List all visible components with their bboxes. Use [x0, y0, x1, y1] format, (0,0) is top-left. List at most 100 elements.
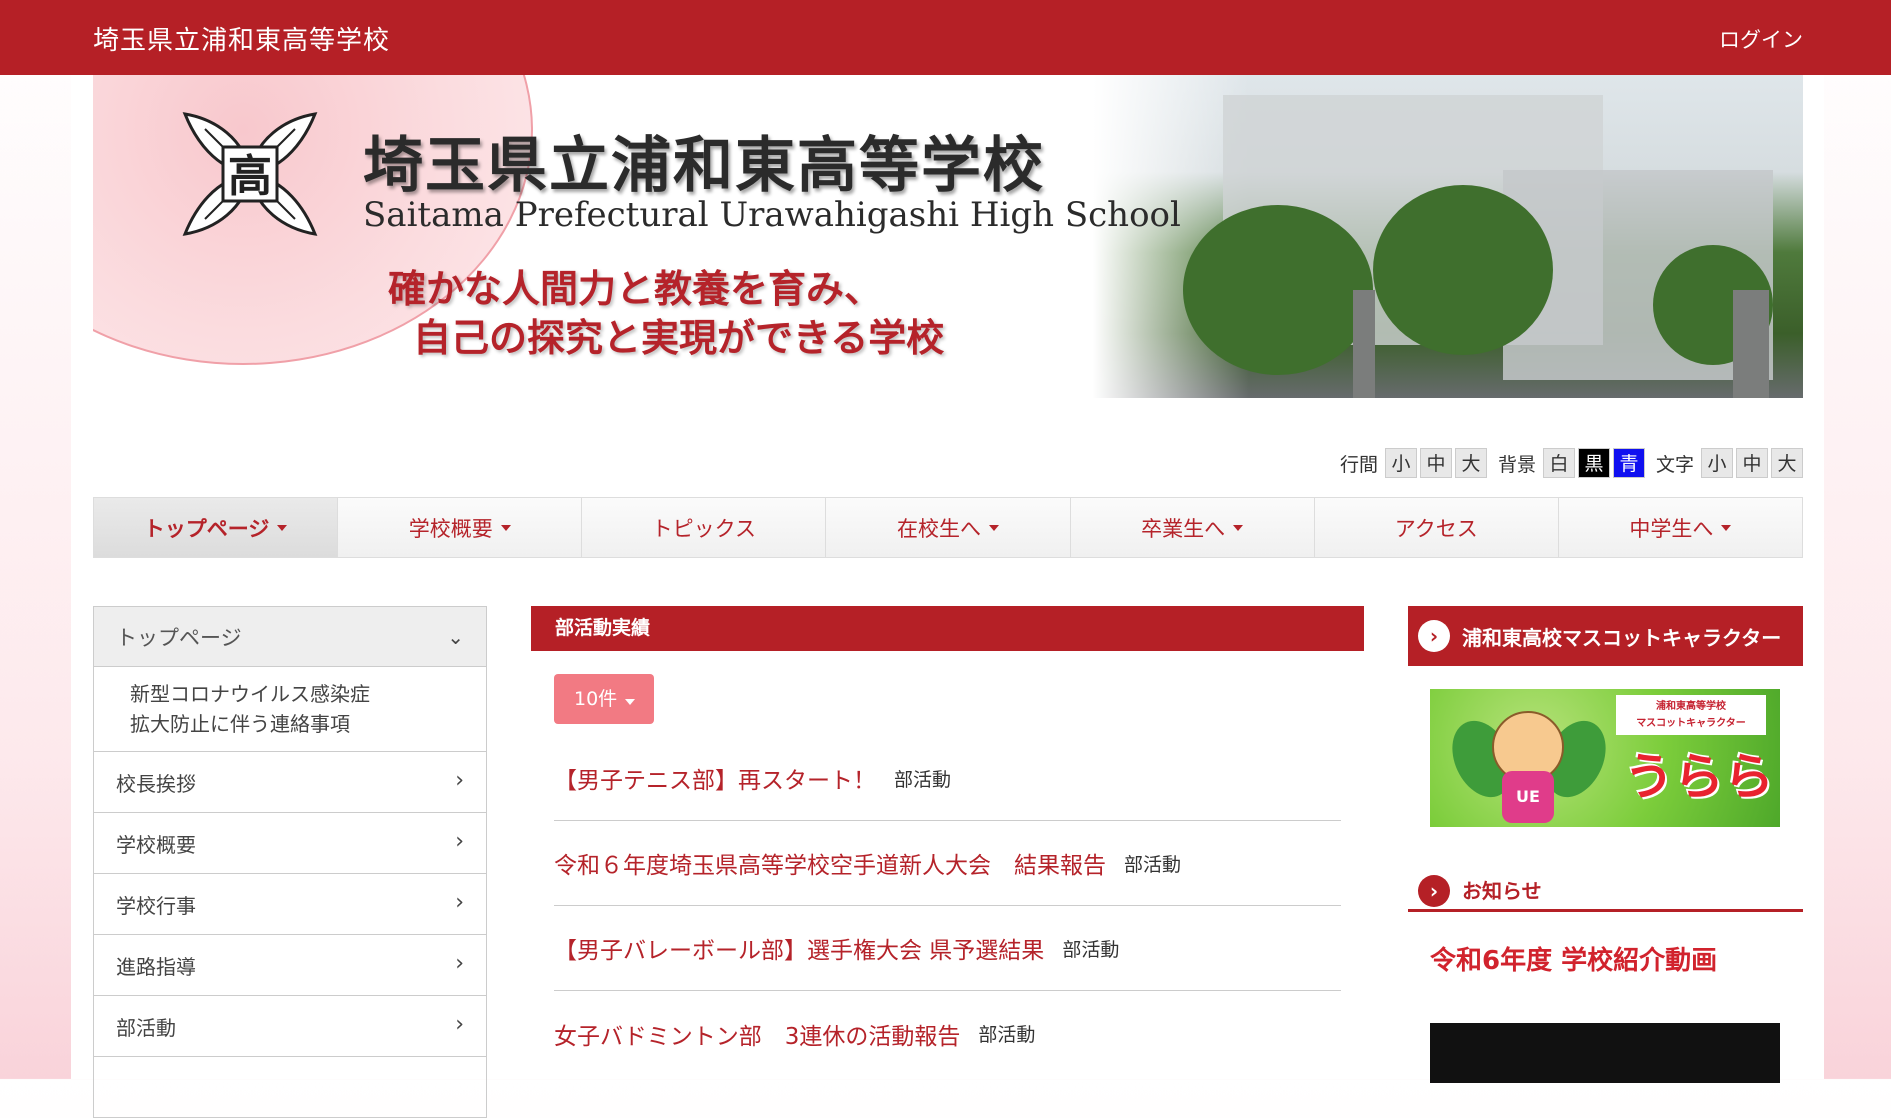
line-spacing-large-button[interactable]: 大	[1454, 448, 1487, 478]
sidebar-item-label: 学校行事	[116, 893, 196, 918]
mascot-character-body: UE	[1502, 771, 1554, 823]
arrow-circle-icon: ›	[1418, 620, 1450, 652]
nav-item-current-students[interactable]: 在校生へ	[826, 498, 1071, 557]
background-label: 背景	[1497, 453, 1536, 476]
main-navigation: トップページ 学校概要 トピックス 在校生へ 卒業生へ アクセス 中学生へ	[93, 497, 1803, 558]
gate-pillar	[1733, 290, 1769, 398]
sidebar-head-top-page[interactable]: トップページ ⌄	[93, 606, 487, 667]
news-section-title: お知らせ	[1462, 879, 1542, 903]
sidebar-sub-label-line2: 拡大防止に伴う連絡事項	[130, 712, 350, 736]
sidebar-item-principal-greeting[interactable]: 校長挨拶 ›	[93, 752, 487, 813]
tree-image	[1373, 185, 1553, 355]
club-results-section: 部活動実績 10件 【男子テニス部】再スタート！ 部活動 令和６年度埼玉県高等学…	[531, 606, 1364, 1050]
banner-title-japanese: 埼玉県立浦和東高等学校	[363, 131, 1045, 201]
mascot-banner-image[interactable]: UE 浦和東高等学校 マスコットキャラクター うらら	[1430, 689, 1780, 827]
banner-motto-line1: 確かな人間力と教養を育み、	[388, 266, 883, 311]
caret-down-icon	[988, 524, 999, 531]
tree-image	[1183, 205, 1373, 375]
news-section-header: › お知らせ	[1408, 870, 1803, 912]
header-banner: 高 埼玉県立浦和東高等学校 Saitama Prefectural Urawah…	[93, 75, 1803, 398]
nav-item-junior-high[interactable]: 中学生へ	[1558, 498, 1802, 557]
video-player[interactable]	[1430, 1023, 1780, 1083]
entry-category: 部活動	[894, 768, 952, 791]
nav-item-top-page[interactable]: トップページ	[94, 498, 339, 557]
mascot-section-title: 浦和東高校マスコットキャラクター	[1462, 625, 1782, 650]
entry-title-link[interactable]: 女子バドミントン部 3連休の活動報告	[554, 1017, 960, 1051]
nav-label: 学校概要	[408, 516, 493, 541]
sidebar-item-school-overview[interactable]: 学校概要 ›	[93, 813, 487, 874]
sidebar-item-covid-notice[interactable]: 新型コロナウイルス感染症 拡大防止に伴う連絡事項	[93, 667, 487, 752]
nav-item-graduates[interactable]: 卒業生へ	[1070, 498, 1315, 557]
school-emblem-logo: 高	[182, 112, 318, 236]
arrow-circle-icon: ›	[1418, 875, 1450, 907]
sidebar-item-label: 校長挨拶	[116, 771, 196, 796]
news-item-link[interactable]: 令和6年度 学校紹介動画	[1430, 940, 1717, 977]
sidebar-item-club-activities[interactable]: 部活動 ›	[93, 996, 487, 1057]
entry-category: 部活動	[1062, 938, 1120, 961]
mascot-tag-line2: マスコットキャラクター	[1636, 718, 1746, 729]
sidebar-head-label: トップページ	[116, 625, 242, 650]
text-size-medium-button[interactable]: 中	[1736, 448, 1768, 478]
list-item: 女子バドミントン部 3連休の活動報告 部活動	[554, 991, 1341, 1076]
nav-label: トップページ	[143, 516, 270, 541]
line-spacing-medium-button[interactable]: 中	[1419, 448, 1452, 478]
caret-down-icon	[625, 699, 636, 705]
site-title[interactable]: 埼玉県立浦和東高等学校	[93, 20, 390, 57]
club-results-list: 【男子テニス部】再スタート！ 部活動 令和６年度埼玉県高等学校空手道新人大会 結…	[554, 736, 1341, 1076]
section-title: 部活動実績	[531, 606, 1364, 651]
gate-pillar	[1353, 290, 1375, 398]
items-per-page-dropdown[interactable]: 10件	[554, 674, 654, 724]
chevron-down-icon: ⌄	[447, 625, 464, 649]
entry-title-link[interactable]: 令和６年度埼玉県高等学校空手道新人大会 結果報告	[554, 846, 1106, 880]
nav-item-topics[interactable]: トピックス	[582, 498, 827, 557]
entry-title-link[interactable]: 【男子テニス部】再スタート！	[554, 761, 876, 795]
right-column: › 浦和東高校マスコットキャラクター UE 浦和東高等学校 マスコットキャラクタ…	[1408, 606, 1803, 1083]
text-size-large-button[interactable]: 大	[1771, 448, 1803, 478]
svg-text:高: 高	[228, 151, 272, 202]
mascot-section-header: › 浦和東高校マスコットキャラクター	[1408, 606, 1803, 666]
chevron-right-icon: ›	[455, 890, 464, 915]
nav-label: アクセス	[1394, 516, 1478, 541]
background-white-button[interactable]: 白	[1542, 448, 1575, 478]
banner-title-english: Saitama Prefectural Urawahigashi High Sc…	[363, 195, 1181, 235]
list-item: 【男子バレーボール部】選手権大会 県予選結果 部活動	[554, 906, 1341, 991]
sidebar-item-label: 進路指導	[116, 954, 196, 979]
login-link[interactable]: ログイン	[1719, 24, 1803, 54]
mascot-tag: 浦和東高等学校 マスコットキャラクター	[1616, 695, 1766, 735]
caret-down-icon	[277, 524, 288, 531]
mascot-name: うらら	[1624, 748, 1774, 806]
page-container: 高 埼玉県立浦和東高等学校 Saitama Prefectural Urawah…	[71, 75, 1824, 1118]
count-label: 10件	[574, 688, 618, 710]
chevron-right-icon: ›	[455, 768, 464, 793]
list-item: 【男子テニス部】再スタート！ 部活動	[554, 736, 1341, 821]
sidebar-sub-label-line1: 新型コロナウイルス感染症	[130, 682, 370, 706]
entry-category: 部活動	[1124, 853, 1182, 876]
caret-down-icon	[1233, 524, 1244, 531]
background-black-button[interactable]: 黒	[1577, 448, 1610, 478]
entry-category: 部活動	[978, 1024, 1036, 1046]
caret-down-icon	[500, 524, 511, 531]
text-size-small-button[interactable]: 小	[1701, 448, 1733, 478]
sidebar-menu: トップページ ⌄ 新型コロナウイルス感染症 拡大防止に伴う連絡事項 校長挨拶 ›…	[93, 606, 487, 1118]
list-item: 令和６年度埼玉県高等学校空手道新人大会 結果報告 部活動	[554, 821, 1341, 906]
line-spacing-small-button[interactable]: 小	[1384, 448, 1417, 478]
nav-item-school-overview[interactable]: 学校概要	[338, 498, 583, 557]
nav-label: 卒業生へ	[1141, 516, 1226, 541]
sidebar-item-label: 学校概要	[116, 832, 196, 857]
chevron-right-icon: ›	[455, 951, 464, 976]
sidebar-item-more[interactable]	[93, 1057, 487, 1118]
background-blue-button[interactable]: 青	[1612, 448, 1645, 478]
chevron-right-icon: ›	[455, 1012, 464, 1037]
nav-item-access[interactable]: アクセス	[1314, 498, 1559, 557]
banner-motto-line2: 自己の探究と実現ができる学校	[413, 315, 945, 360]
line-spacing-label: 行間	[1339, 453, 1378, 476]
sidebar-item-career-guidance[interactable]: 進路指導 ›	[93, 935, 487, 996]
accessibility-toolbar: 行間 小 中 大 背景 白 黒 青 文字 小 中 大	[1332, 448, 1803, 478]
caret-down-icon	[1721, 524, 1732, 531]
nav-label: 在校生へ	[896, 516, 981, 541]
sidebar-item-label: 部活動	[116, 1015, 176, 1040]
entry-title-link[interactable]: 【男子バレーボール部】選手権大会 県予選結果	[554, 931, 1044, 965]
chevron-right-icon: ›	[455, 829, 464, 854]
sidebar-item-school-events[interactable]: 学校行事 ›	[93, 874, 487, 935]
nav-label: トピックス	[651, 516, 757, 541]
